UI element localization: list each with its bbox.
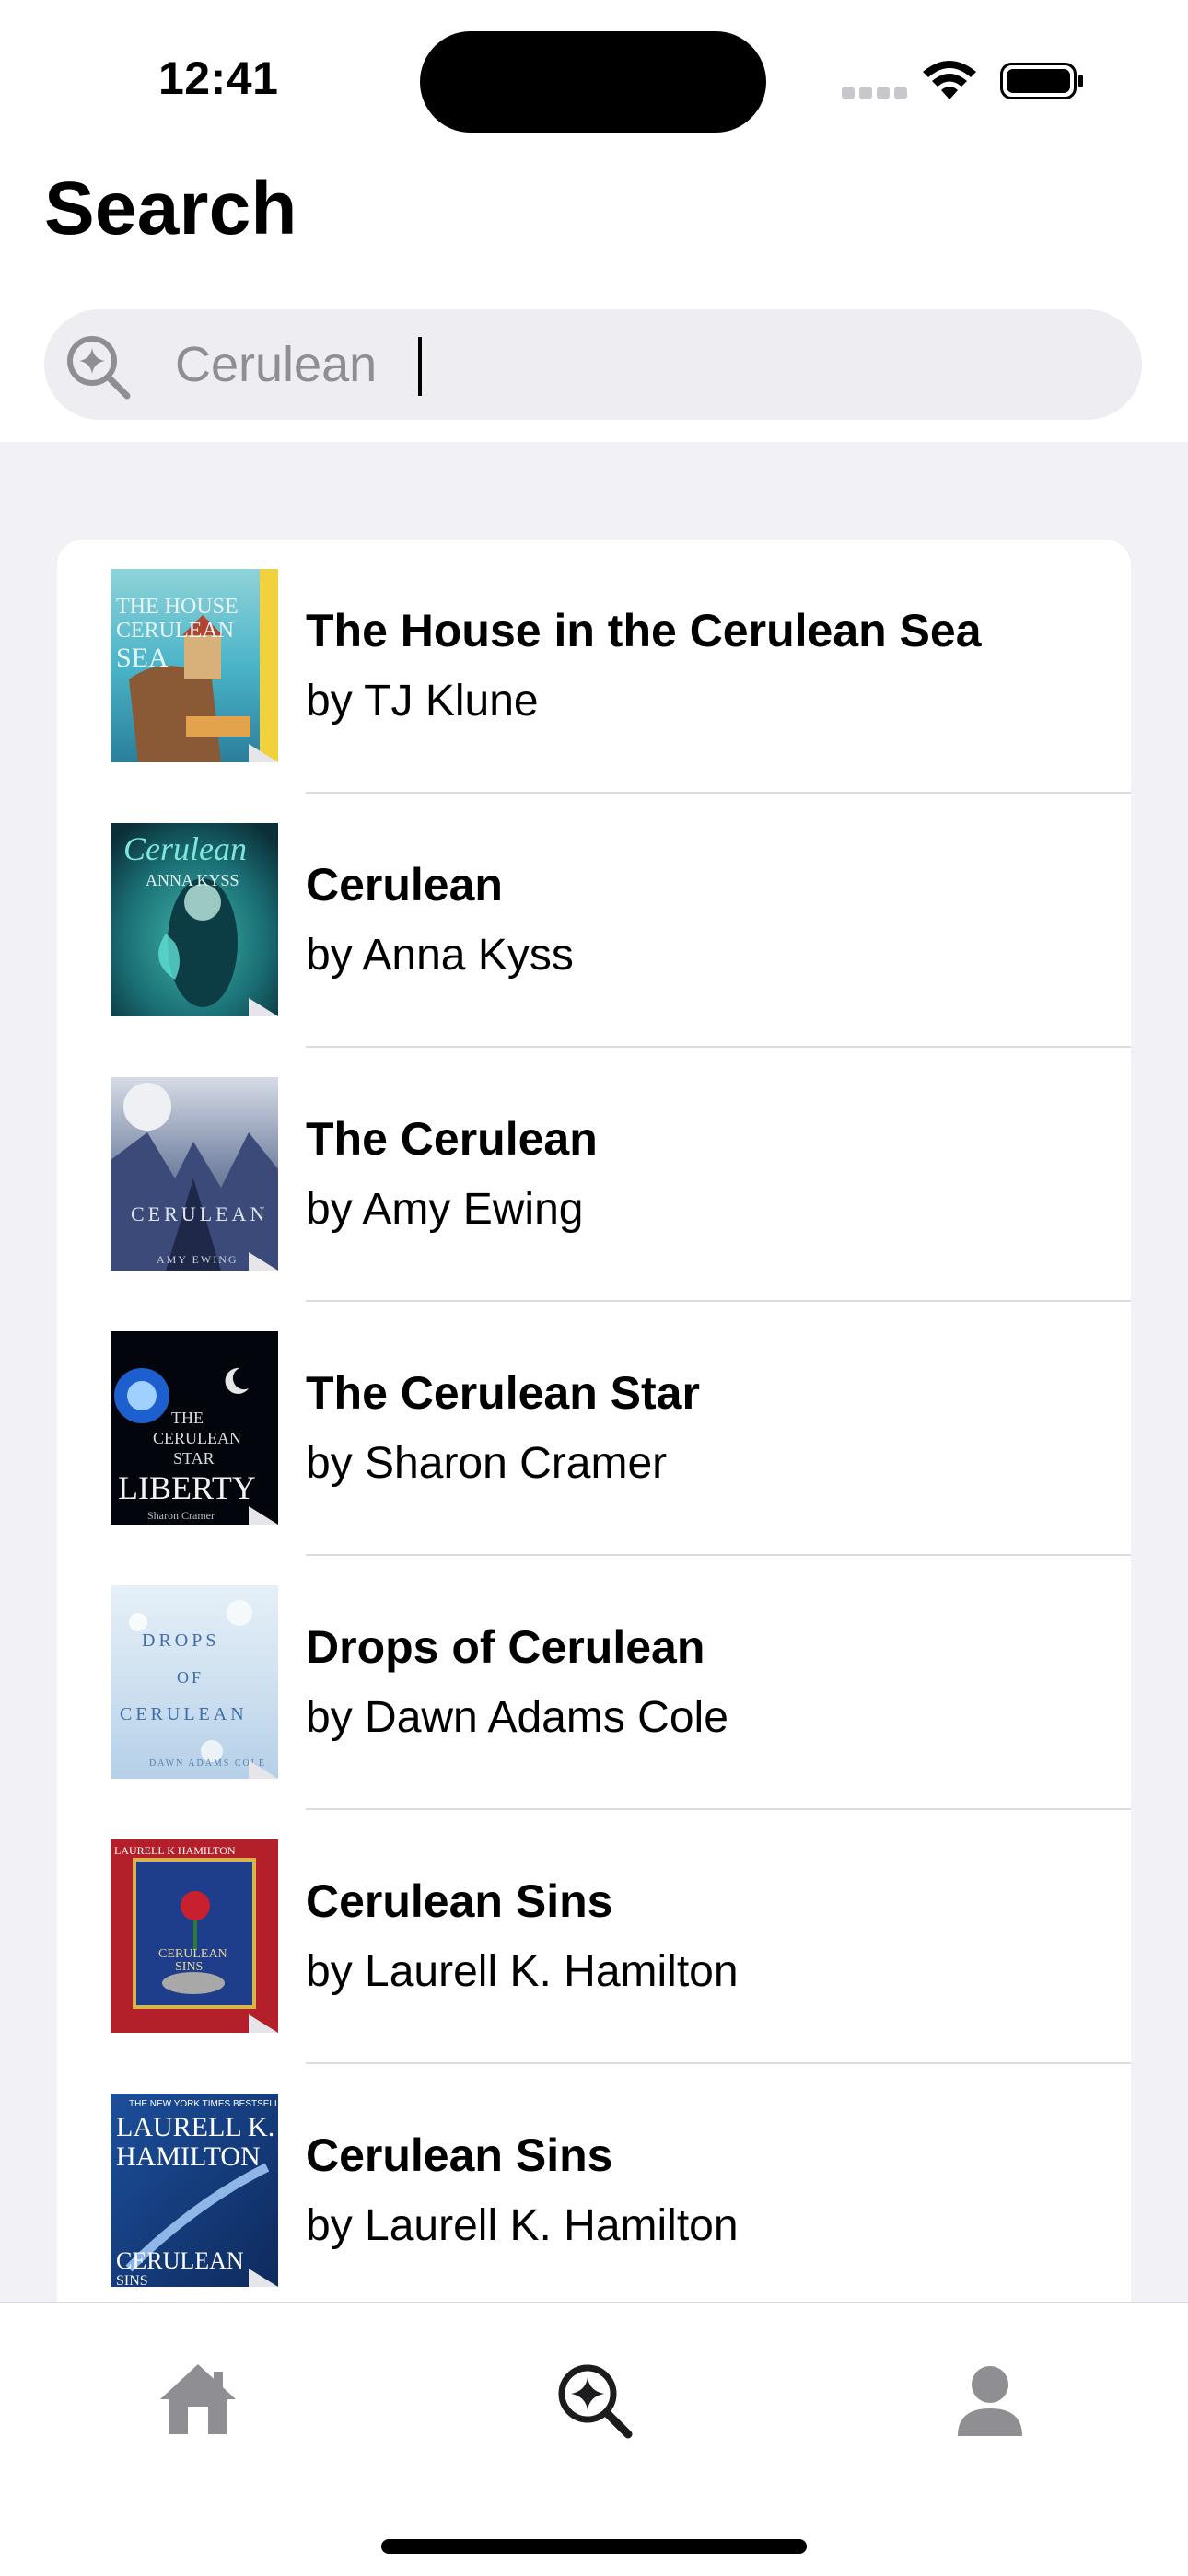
book-author: by Laurell K. Hamilton — [306, 2201, 739, 2250]
svg-text:CERULEAN: CERULEAN — [116, 2247, 244, 2274]
svg-text:THE: THE — [171, 1409, 204, 1427]
svg-text:CERULEAN: CERULEAN — [116, 619, 234, 643]
book-cover-image: Cerulean ANNA KYSS — [111, 823, 278, 1016]
search-sparkle-icon — [67, 336, 131, 400]
svg-text:DAWN ADAMS COLE: DAWN ADAMS COLE — [149, 1758, 266, 1769]
list-item[interactable]: DROPS OF CERULEAN DAWN ADAMS COLE Drops … — [57, 1556, 1131, 1810]
book-title: Cerulean Sins — [306, 2129, 613, 2181]
svg-text:CERULEAN: CERULEAN — [120, 1704, 248, 1724]
battery-icon — [1000, 63, 1083, 99]
book-title: Cerulean — [306, 859, 503, 911]
book-author: by Amy Ewing — [306, 1185, 584, 1234]
book-cover-image: THE HOUSE CERULEAN SEA — [111, 569, 278, 762]
search-input[interactable] — [175, 328, 1114, 401]
svg-text:Sharon Cramer: Sharon Cramer — [147, 1509, 215, 1522]
list-item[interactable]: LAURELL K HAMILTON CERULEAN SINS Cerulea… — [57, 1810, 1131, 2064]
list-item[interactable]: THE CERULEAN STAR LIBERTY Sharon Cramer … — [57, 1302, 1131, 1556]
svg-text:HAMILTON: HAMILTON — [116, 2141, 261, 2172]
person-icon[interactable] — [949, 2359, 1031, 2442]
book-title: The Cerulean Star — [306, 1367, 700, 1419]
book-author: by Anna Kyss — [306, 931, 574, 980]
svg-text:OF: OF — [177, 1668, 204, 1687]
wifi-icon — [923, 61, 976, 99]
status-time: 12:41 — [158, 52, 279, 104]
svg-text:SINS: SINS — [116, 2273, 148, 2287]
svg-text:SEA: SEA — [116, 643, 169, 673]
book-author: by Dawn Adams Cole — [306, 1693, 728, 1742]
svg-text:AMY EWING: AMY EWING — [157, 1253, 239, 1266]
list-item[interactable]: THE NEW YORK TIMES BESTSELLER LAURELL K.… — [57, 2064, 1131, 2318]
svg-text:CERULEAN: CERULEAN — [158, 1947, 227, 1961]
svg-text:LIBERTY: LIBERTY — [118, 1469, 256, 1506]
house-icon[interactable] — [157, 2359, 239, 2442]
tab-bar — [0, 2302, 1188, 2576]
svg-text:THE NEW YORK TIMES BESTSELLER: THE NEW YORK TIMES BESTSELLER — [129, 2099, 278, 2109]
book-author: by Sharon Cramer — [306, 1439, 668, 1488]
svg-text:STAR: STAR — [173, 1449, 215, 1468]
page-title: Search — [44, 167, 297, 250]
book-cover-image: LAURELL K HAMILTON CERULEAN SINS — [111, 1839, 278, 2033]
header-area: 12:41 Search — [0, 0, 1188, 442]
book-title: The House in the Cerulean Sea — [306, 605, 982, 656]
results-list: THE HOUSE CERULEAN SEA The House in the … — [57, 540, 1131, 2381]
svg-text:SINS: SINS — [175, 1960, 203, 1974]
svg-text:THE HOUSE: THE HOUSE — [116, 595, 239, 619]
svg-text:ANNA KYSS: ANNA KYSS — [146, 871, 239, 889]
svg-text:LAURELL K HAMILTON: LAURELL K HAMILTON — [114, 1844, 236, 1857]
svg-text:DROPS: DROPS — [142, 1630, 219, 1651]
search-sparkle-icon[interactable] — [553, 2359, 635, 2442]
book-title: The Cerulean — [306, 1113, 598, 1165]
list-item[interactable]: THE HOUSE CERULEAN SEA The House in the … — [57, 540, 1131, 794]
search-field[interactable] — [44, 309, 1142, 420]
book-title: Cerulean Sins — [306, 1875, 613, 1927]
cellular-signal-icon — [842, 87, 907, 99]
book-cover-image: DROPS OF CERULEAN DAWN ADAMS COLE — [111, 1585, 278, 1779]
book-cover-image: CERULEAN AMY EWING — [111, 1077, 278, 1271]
text-caret — [418, 337, 422, 396]
svg-text:CERULEAN: CERULEAN — [153, 1429, 241, 1447]
svg-text:CERULEAN: CERULEAN — [131, 1202, 268, 1225]
list-item[interactable]: CERULEAN AMY EWING The Cerulean by Amy E… — [57, 1048, 1131, 1302]
list-item[interactable]: Cerulean ANNA KYSS Cerulean by Anna Kyss — [57, 794, 1131, 1048]
dynamic-island — [420, 31, 766, 133]
book-cover-image: THE NEW YORK TIMES BESTSELLER LAURELL K.… — [111, 2094, 278, 2287]
book-author: by Laurell K. Hamilton — [306, 1947, 739, 1996]
book-author: by TJ Klune — [306, 677, 539, 725]
book-cover-image: THE CERULEAN STAR LIBERTY Sharon Cramer — [111, 1331, 278, 1525]
svg-text:LAURELL K.: LAURELL K. — [116, 2112, 274, 2142]
book-title: Drops of Cerulean — [306, 1621, 705, 1673]
svg-text:Cerulean: Cerulean — [123, 830, 247, 867]
home-indicator[interactable] — [381, 2539, 807, 2554]
